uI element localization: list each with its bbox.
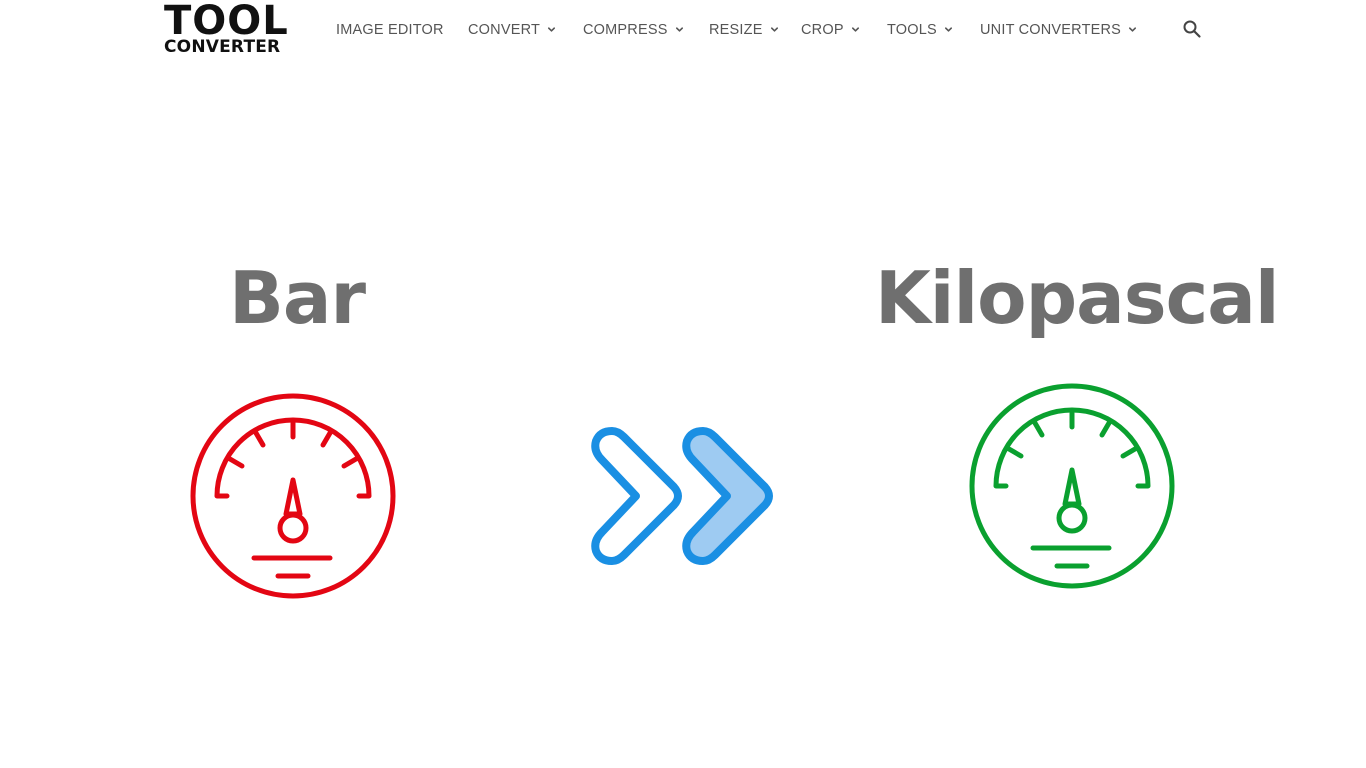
- chevron-down-icon: [675, 26, 683, 32]
- from-unit-title: Bar: [229, 256, 366, 340]
- chevron-down-icon: [548, 26, 556, 32]
- nav-item-label: RESIZE: [709, 22, 763, 38]
- nav-item-label: UNIT CONVERTERS: [980, 22, 1122, 38]
- nav-item-label: TOOLS: [887, 22, 937, 38]
- site-logo[interactable]: TOOL CONVERTER: [164, 0, 289, 56]
- chevron-down-icon: [944, 26, 952, 32]
- pressure-gauge-icon: [969, 383, 1175, 589]
- search-icon[interactable]: [1182, 19, 1202, 39]
- chevron-down-icon: [770, 26, 778, 32]
- nav-item-label: COMPRESS: [583, 22, 668, 38]
- nav-item-label: CROP: [801, 22, 844, 38]
- nav-item-unit-converters[interactable]: UNIT CONVERTERS: [980, 20, 1137, 40]
- logo-line-1: TOOL: [164, 0, 289, 44]
- nav-item-label: IMAGE EDITOR: [336, 22, 444, 38]
- site-header: TOOL CONVERTER IMAGE EDITOR CONVERT COMP…: [0, 0, 1366, 60]
- nav-item-image-editor[interactable]: IMAGE EDITOR: [336, 20, 444, 40]
- nav-item-convert[interactable]: CONVERT: [468, 20, 556, 40]
- nav-item-label: CONVERT: [468, 22, 541, 38]
- to-unit-title: Kilopascal: [875, 256, 1280, 340]
- nav-item-tools[interactable]: TOOLS: [887, 20, 953, 40]
- nav-item-resize[interactable]: RESIZE: [709, 20, 779, 40]
- chevron-down-icon: [851, 26, 859, 32]
- pressure-gauge-icon: [190, 393, 396, 599]
- nav-item-compress[interactable]: COMPRESS: [583, 20, 684, 40]
- double-chevron-right-icon: [591, 427, 773, 565]
- chevron-down-icon: [1129, 26, 1137, 32]
- nav-item-crop[interactable]: CROP: [801, 20, 860, 40]
